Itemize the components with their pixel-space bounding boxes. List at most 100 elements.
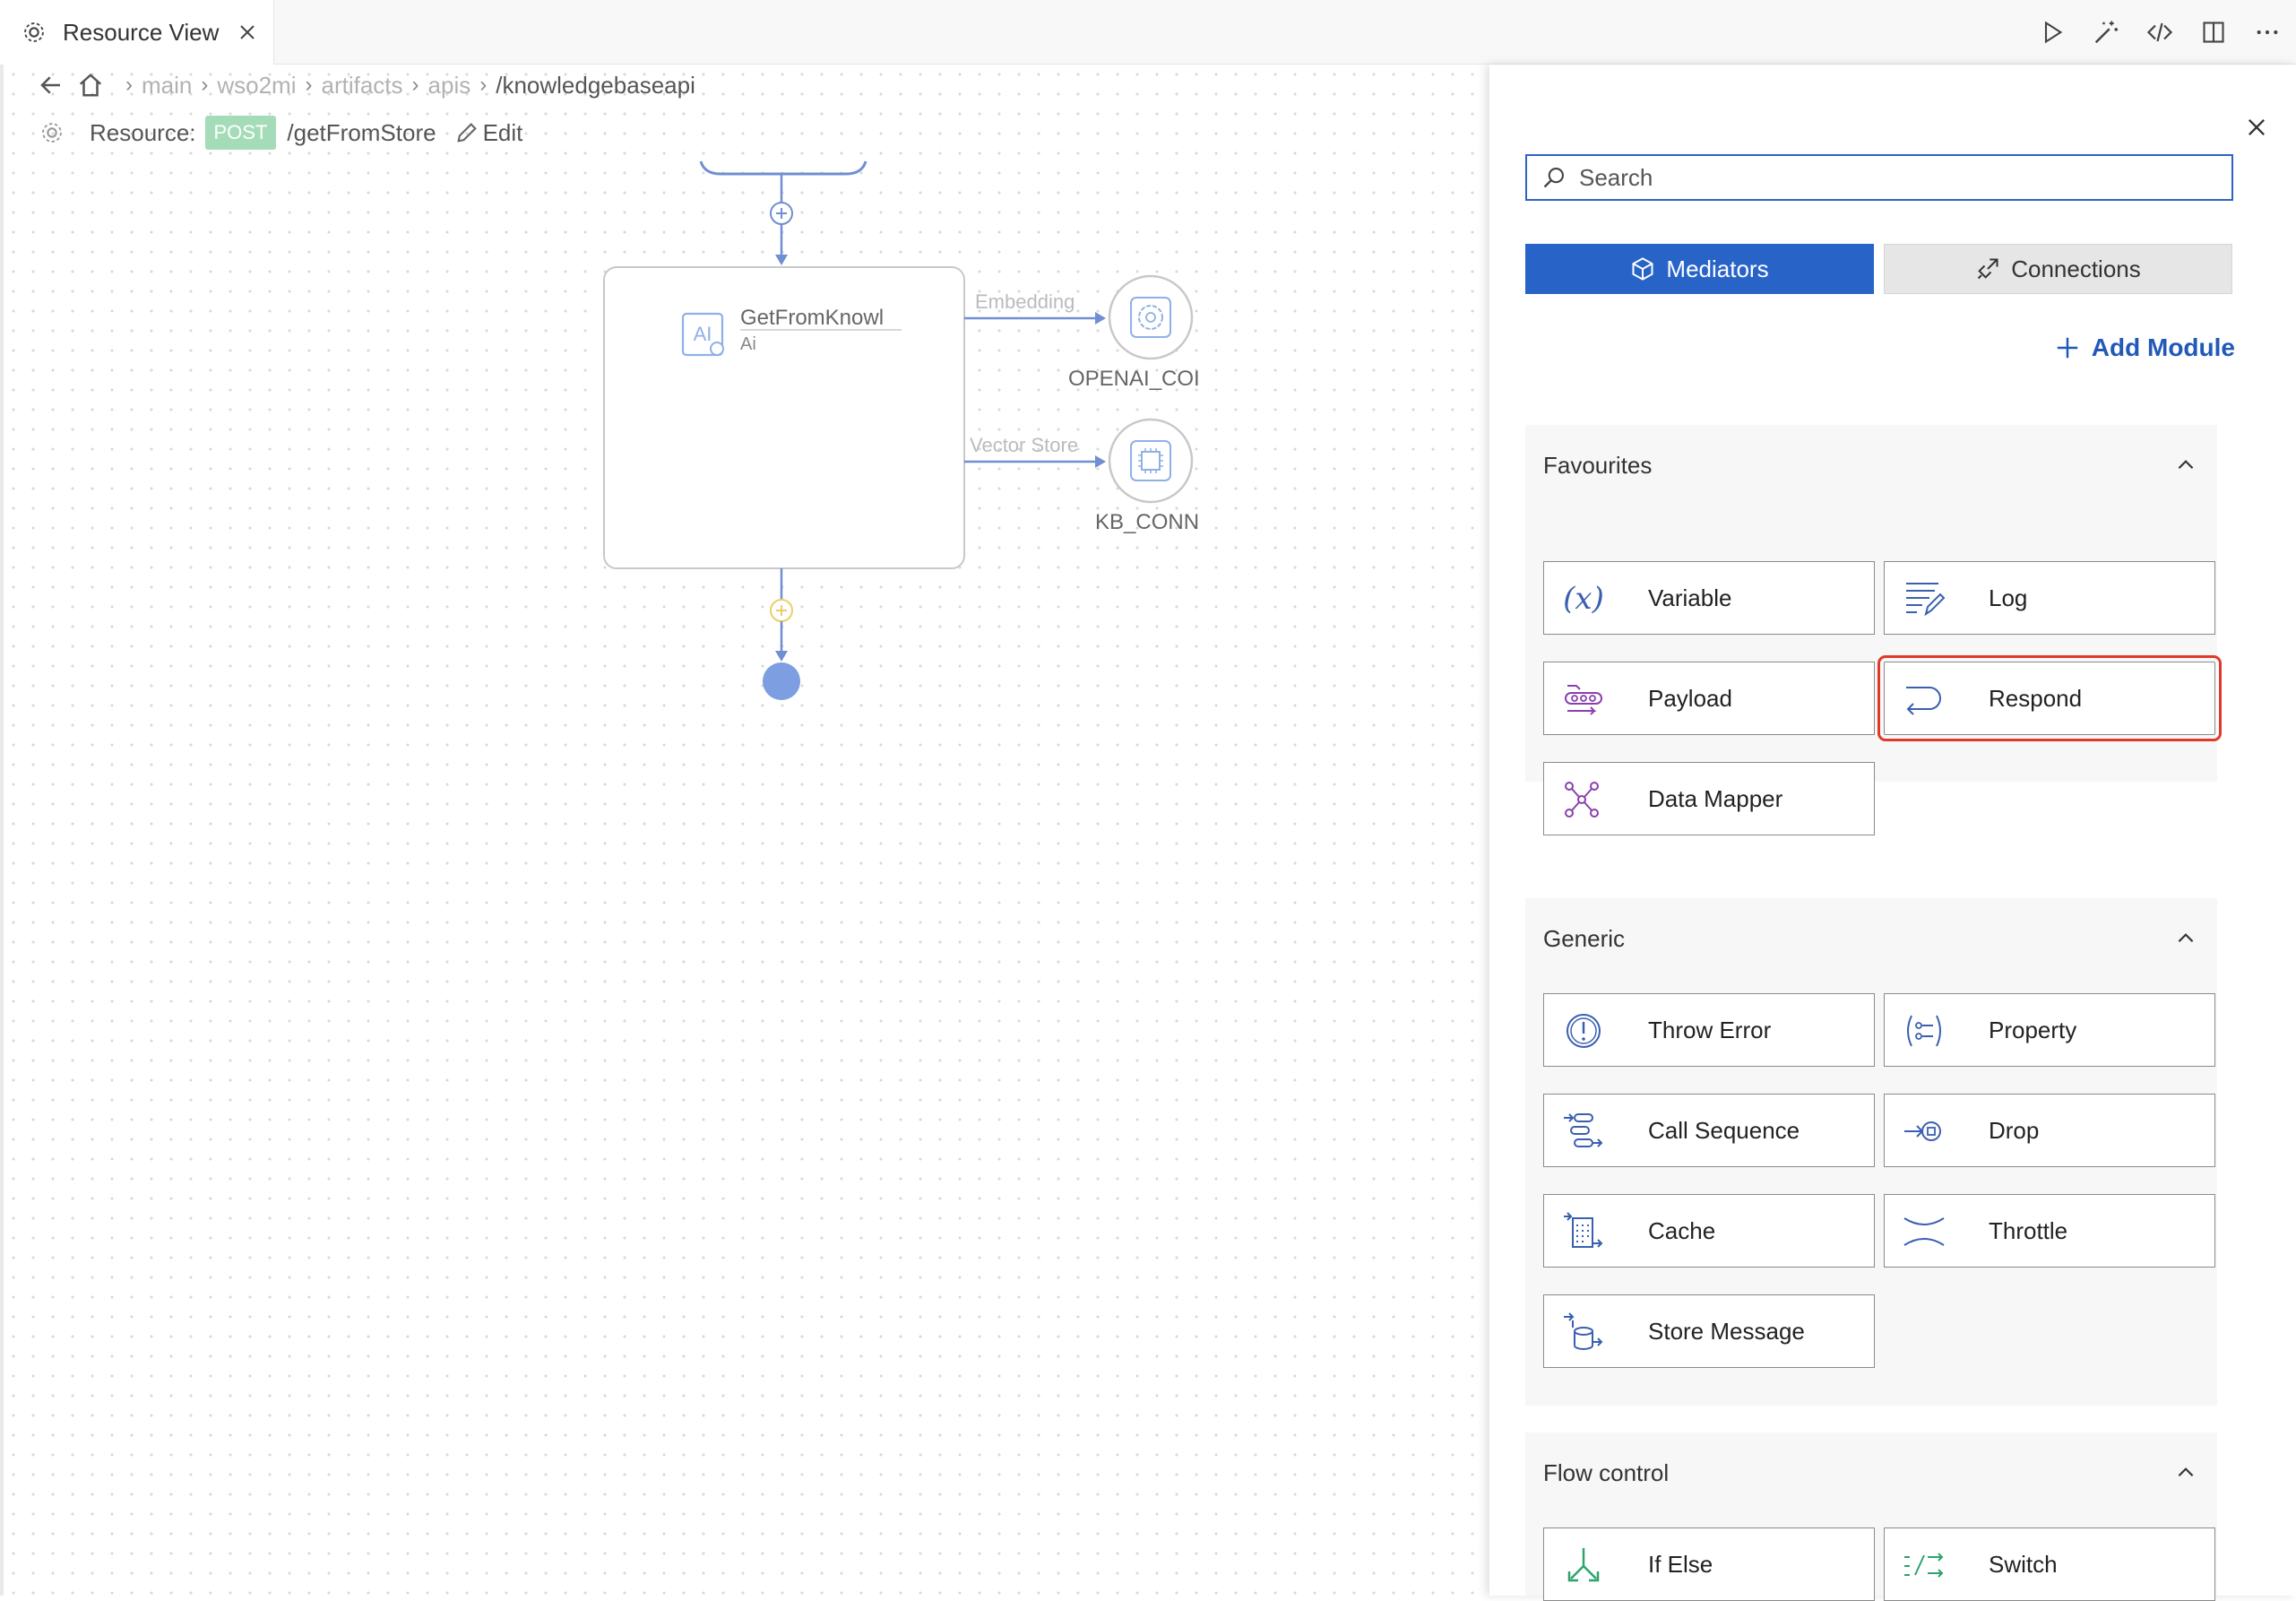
property-icon (1907, 1015, 1941, 1047)
magic-wand-button[interactable] (2092, 18, 2120, 47)
openai-connection-label: OPENAI_COI (1068, 367, 1200, 391)
search-input[interactable] (1579, 163, 2206, 192)
source-code-button[interactable] (2145, 18, 2174, 47)
openai-connection-node[interactable] (1108, 274, 1194, 360)
code-icon (2146, 22, 2173, 42)
http-method-badge: POST (204, 116, 277, 150)
mediator-label: Log (1989, 584, 2028, 611)
kb-connection-node[interactable] (1108, 418, 1194, 504)
ai-node-title: GetFromKnowl (740, 306, 884, 330)
connections-tab[interactable]: Connections (1884, 244, 2232, 294)
split-editor-button[interactable] (2199, 18, 2228, 47)
respond-icon (1906, 687, 1941, 715)
vector-store-edge-label: Vector Store (970, 434, 1078, 456)
resource-gear-icon (42, 123, 62, 143)
mediator-property[interactable]: Property (1884, 993, 2215, 1067)
home-icon[interactable] (77, 72, 104, 99)
mediator-label: Payload (1648, 684, 1732, 712)
mediator-drop[interactable]: Drop (1884, 1094, 2215, 1167)
chevron-up-icon[interactable] (2174, 454, 2197, 477)
gear-icon (24, 22, 44, 42)
add-module-button[interactable]: Add Module (2054, 333, 2235, 362)
mediator-payload[interactable]: Payload (1543, 662, 1875, 735)
mediator-palette-panel: Mediators Connections Add Module Favouri… (1489, 65, 2296, 1601)
close-panel-icon[interactable] (2244, 115, 2269, 140)
add-node-button-top[interactable] (770, 202, 793, 225)
favourites-title: Favourites (1543, 452, 1653, 479)
mediator-if-else[interactable]: If Else (1543, 1527, 1875, 1601)
mediators-tab[interactable]: Mediators (1525, 244, 1874, 294)
mediator-data-mapper[interactable]: Data Mapper (1543, 762, 1875, 835)
tab-resource-view[interactable]: Resource View (0, 0, 274, 65)
svg-text:(x): (x) (1563, 581, 1604, 617)
chevron-up-icon[interactable] (2174, 927, 2197, 950)
breadcrumb-apis[interactable]: apis (428, 72, 471, 100)
switch-icon (1904, 1553, 1944, 1578)
close-icon[interactable] (237, 22, 258, 43)
mediator-variable[interactable]: (x) Variable (1543, 561, 1875, 635)
mediator-store-message[interactable]: Store Message (1543, 1294, 1875, 1368)
mediator-throw-error[interactable]: Throw Error (1543, 993, 1875, 1067)
edit-resource-button[interactable]: Edit (483, 119, 523, 147)
back-arrow-icon[interactable] (38, 72, 65, 99)
pencil-icon[interactable] (454, 120, 479, 145)
breadcrumb: › main › wso2mi › artifacts › apis › /kn… (38, 68, 695, 102)
breadcrumb-main[interactable]: main (142, 72, 192, 100)
if-else-icon (1567, 1548, 1600, 1582)
search-icon (1543, 168, 1564, 188)
log-icon (1906, 583, 1946, 617)
mediator-label: Respond (1989, 684, 2083, 712)
mediator-label: Throttle (1989, 1216, 2068, 1244)
add-node-button-bottom[interactable] (770, 599, 793, 622)
chevron-up-icon[interactable] (2174, 1461, 2197, 1484)
mediator-switch[interactable]: Switch (1884, 1527, 2215, 1601)
breadcrumb-artifacts[interactable]: artifacts (322, 72, 403, 100)
mediator-call-sequence[interactable]: Call Sequence (1543, 1094, 1875, 1167)
mediator-throttle[interactable]: Throttle (1884, 1194, 2215, 1268)
mediator-label: Switch (1989, 1550, 2058, 1578)
mediator-cache[interactable]: Cache (1543, 1194, 1875, 1268)
mediator-label: Property (1989, 1016, 2077, 1043)
magic-wand-icon (2094, 21, 2119, 44)
end-node (763, 662, 800, 700)
favourites-section: Favourites (x) Variable Log Payload Resp… (1525, 425, 2222, 835)
flow-diagram: AI GetFromKnowl Ai Embedding OPENAI_COI … (603, 160, 1200, 700)
breadcrumb-current: /knowledgebaseapi (496, 71, 695, 99)
mediator-respond[interactable]: Respond (1877, 655, 2222, 741)
run-button[interactable] (2038, 18, 2067, 47)
ai-node-subtitle: Ai (740, 334, 756, 354)
resource-label: Resource: (90, 118, 196, 146)
cache-icon (1564, 1212, 1603, 1248)
mediator-label: If Else (1648, 1550, 1713, 1578)
resource-header: Resource: POST /getFromStore Edit (39, 115, 522, 151)
flow-control-section: Flow control If Else Switch (1525, 1432, 2217, 1601)
throw-error-icon (1567, 1014, 1601, 1048)
start-connector (699, 160, 867, 176)
mediator-log[interactable]: Log (1884, 561, 2215, 635)
play-icon (2044, 21, 2063, 44)
store-message-icon (1564, 1312, 1603, 1350)
more-icon (2257, 30, 2278, 35)
split-editor-icon (2203, 22, 2224, 43)
mediator-label: Throw Error (1648, 1016, 1772, 1043)
drop-icon (1904, 1121, 1941, 1141)
mediator-label: Call Sequence (1648, 1116, 1800, 1144)
more-actions-button[interactable] (2253, 18, 2282, 47)
cube-icon (1632, 257, 1653, 281)
add-module-label: Add Module (2091, 333, 2235, 361)
connection-plug-icon (1978, 258, 1998, 280)
connections-tab-label: Connections (2011, 255, 2141, 282)
breadcrumb-wso2mi[interactable]: wso2mi (217, 72, 296, 100)
diagram-canvas[interactable]: AI GetFromKnowl Ai Embedding OPENAI_COI … (0, 65, 1489, 1596)
editor-actions (2038, 0, 2282, 65)
mediators-tab-label: Mediators (1666, 255, 1769, 282)
mediator-label: Drop (1989, 1116, 2040, 1144)
mediator-label: Store Message (1648, 1317, 1805, 1345)
mediator-label: Variable (1648, 584, 1732, 611)
throttle-icon (1903, 1217, 1945, 1246)
ai-node-icon-text: AI (694, 323, 712, 345)
kb-connection-label: KB_CONN (1095, 510, 1199, 534)
call-sequence-icon (1564, 1113, 1603, 1147)
plus-icon (2057, 337, 2078, 359)
editor-tab-bar: Resource View (0, 0, 2296, 65)
